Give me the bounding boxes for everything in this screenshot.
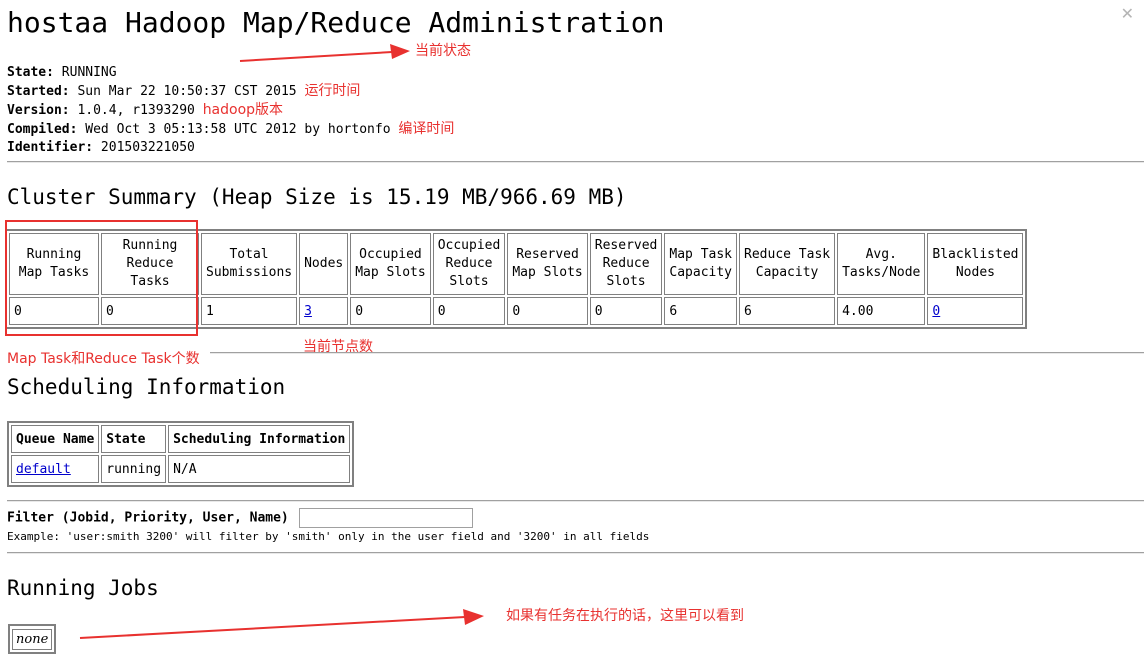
filter-label: Filter (Jobid, Priority, User, Name) (7, 510, 289, 526)
state-value: RUNNING (61, 65, 117, 80)
blacklisted-nodes-link[interactable]: 0 (932, 304, 940, 319)
header-scheduling-information: Scheduling Information (168, 425, 351, 453)
cell-reserved-map-slots: 0 (507, 297, 588, 325)
arrow-current-state (239, 44, 410, 62)
cell-total-submissions: 1 (201, 297, 298, 325)
arrow-running-jobs (79, 609, 484, 639)
started-line: Started: Sun Mar 22 10:50:37 CST 2015 运行… (7, 83, 361, 99)
header-state: State (101, 425, 167, 453)
cell-avg-tasks-node: 4.00 (837, 297, 926, 325)
cell-reserved-reduce-slots: 0 (589, 297, 663, 325)
header-map-task-capacity: Map Task Capacity (664, 233, 738, 295)
header-total-submissions: Total Submissions (201, 233, 298, 295)
compiled-value: Wed Oct 3 05:13:58 UTC 2012 by hortonfo (85, 122, 391, 137)
header-reserved-reduce-slots: Reserved Reduce Slots (589, 233, 663, 295)
cell-nodes: 3 (299, 297, 349, 325)
identifier-value: 201503221050 (100, 140, 195, 155)
version-value: 1.0.4, r1393290 (77, 103, 195, 118)
scheduling-table: Queue Name State Scheduling Information … (7, 421, 355, 487)
filter-input[interactable] (298, 508, 473, 528)
cell-map-task-capacity: 6 (664, 297, 738, 325)
close-icon[interactable]: ✕ (1121, 4, 1134, 23)
cell-info: N/A (168, 455, 351, 483)
scheduling-title: Scheduling Information (7, 375, 286, 399)
cell-reduce-task-capacity: 6 (739, 297, 836, 325)
header-nodes: Nodes (299, 233, 349, 295)
annotation-compile-time: 编译时间 (398, 121, 455, 137)
cell-occupied-reduce-slots: 0 (432, 297, 506, 325)
identifier-line: Identifier: 201503221050 (7, 140, 195, 155)
annotation-run-time: 运行时间 (304, 83, 361, 99)
divider (210, 352, 1144, 354)
divider (7, 161, 1144, 163)
queue-link-default[interactable]: default (16, 462, 71, 477)
running-jobs-table: none (8, 624, 57, 654)
compiled-line: Compiled: Wed Oct 3 05:13:58 UTC 2012 by… (7, 121, 455, 137)
header-occupied-reduce-slots: Occupied Reduce Slots (432, 233, 506, 295)
table-header-row: Queue Name State Scheduling Information (11, 425, 351, 453)
divider (7, 500, 1144, 502)
header-reserved-map-slots: Reserved Map Slots (507, 233, 588, 295)
header-blacklisted-nodes: Blacklisted Nodes (927, 233, 1024, 295)
header-occupied-map-slots: Occupied Map Slots (350, 233, 431, 295)
header-avg-tasks-node: Avg. Tasks/Node (837, 233, 926, 295)
header-reduce-task-capacity: Reduce Task Capacity (739, 233, 836, 295)
nodes-link[interactable]: 3 (304, 304, 312, 319)
filter-example: Example: 'user:smith 3200' will filter b… (7, 530, 650, 543)
running-jobs-title: Running Jobs (7, 576, 159, 600)
annotation-current-state: 当前状态 (415, 43, 471, 59)
version-line: Version: 1.0.4, r1393290 hadoop版本 (7, 102, 284, 118)
cell-blacklisted-nodes: 0 (927, 297, 1024, 325)
header-queue-name: Queue Name (11, 425, 100, 453)
running-jobs-empty: none (12, 629, 53, 650)
annotation-hadoop-version: hadoop版本 (202, 102, 284, 118)
page-title: hostaa Hadoop Map/Reduce Administration (7, 6, 665, 39)
cluster-summary-title: Cluster Summary (Heap Size is 15.19 MB/9… (7, 185, 627, 209)
filter-row: Filter (Jobid, Priority, User, Name) (7, 508, 473, 528)
cell-state: running (101, 455, 167, 483)
jobtracker-info: State: RUNNING Started: Sun Mar 22 10:50… (7, 64, 454, 157)
started-value: Sun Mar 22 10:50:37 CST 2015 (77, 84, 297, 99)
annotation-running-jobs: 如果有任务在执行的话，这里可以看到 (506, 608, 744, 624)
table-row: default running N/A (11, 455, 351, 483)
annotation-highlight-box (5, 220, 198, 336)
annotation-task-count: Map Task和Reduce Task个数 (7, 351, 200, 367)
cell-queue: default (11, 455, 100, 483)
divider (7, 552, 1144, 554)
cell-occupied-map-slots: 0 (350, 297, 431, 325)
state-line: State: RUNNING (7, 65, 117, 80)
